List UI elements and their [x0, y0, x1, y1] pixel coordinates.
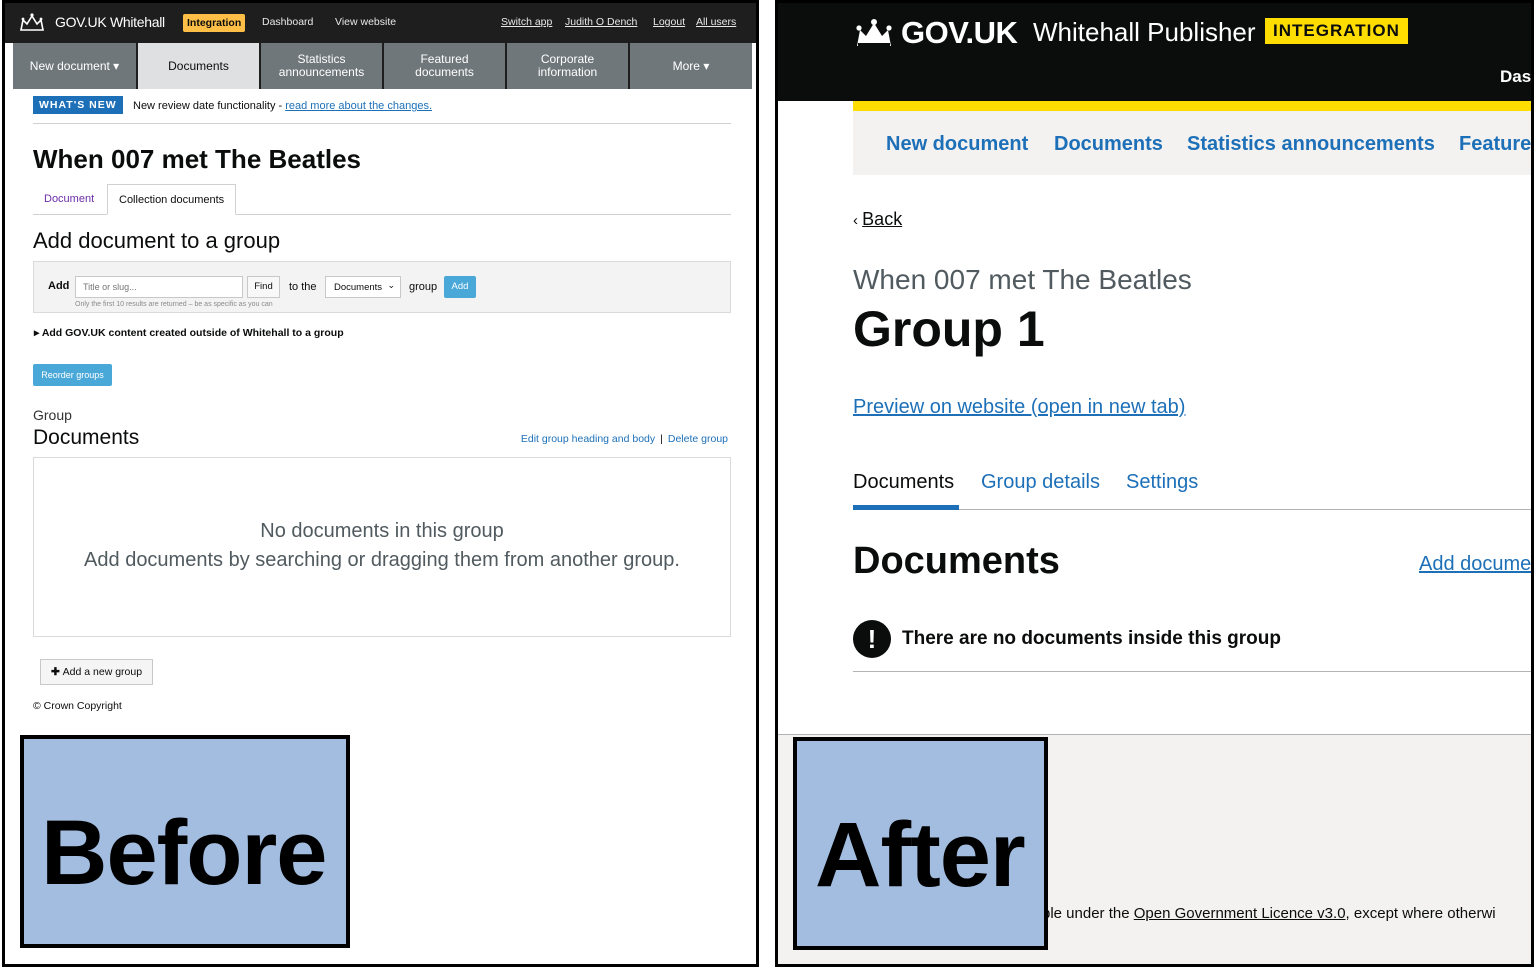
crown-icon	[20, 13, 44, 31]
user-name-link[interactable]: Judith O Dench	[565, 16, 637, 28]
copyright: © Crown Copyright	[33, 700, 122, 712]
after-panel: GOV.UK Whitehall Publisher INTEGRATION D…	[775, 0, 1534, 967]
product-name: Whitehall Publisher	[1033, 17, 1256, 47]
dashboard-link[interactable]: Dashboard	[262, 16, 313, 28]
find-button[interactable]: Find	[247, 276, 280, 298]
page-title: Group 1	[853, 301, 1045, 357]
plus-icon: ✚	[50, 666, 63, 678]
search-input[interactable]	[75, 276, 243, 298]
empty-group-dropzone[interactable]: No documents in this group Add documents…	[33, 457, 731, 637]
brand-name[interactable]: GOV.UK Whitehall	[55, 14, 165, 30]
add-group-button[interactable]: ✚ Add a new group	[40, 659, 153, 685]
logout-link[interactable]: Logout	[653, 16, 685, 28]
nav-documents[interactable]: Documents	[138, 43, 261, 89]
tab-collection-documents[interactable]: Collection documents	[107, 184, 237, 215]
empty-message: No documents in this group	[260, 520, 504, 542]
nav-statistics-announcements[interactable]: Statistics announcements	[261, 43, 384, 89]
page-caption: When 007 met The Beatles	[853, 264, 1192, 295]
after-label-text: After	[815, 804, 1026, 906]
page-title: When 007 met The Beatles	[33, 144, 361, 174]
view-website-link[interactable]: View website	[335, 16, 396, 28]
header: GOV.UK Whitehall Publisher INTEGRATION D…	[778, 3, 1531, 101]
crown-icon	[856, 19, 892, 46]
group-select[interactable]: Documents ⌄	[325, 276, 401, 298]
add-document-heading: Add document to a group	[33, 228, 281, 253]
environment-badge: INTEGRATION	[1265, 18, 1408, 44]
back-label: Back	[862, 209, 903, 229]
add-button[interactable]: Add	[444, 276, 476, 298]
nav-statistics-announcements[interactable]: Statistics announcements	[1187, 133, 1435, 156]
whats-new-text: New review date functionality - read mor…	[133, 100, 432, 112]
chevron-down-icon: ⌄	[387, 280, 395, 290]
add-group-label: Add a new group	[62, 666, 143, 678]
after-label: After	[793, 737, 1048, 950]
nav-corporate-information[interactable]: Corporate information	[507, 43, 630, 89]
footer: ble under the Open Government Licence v3…	[778, 734, 1531, 964]
empty-hint: Add documents by searching or dragging t…	[84, 549, 680, 571]
brand-logo[interactable]: GOV.UK	[901, 15, 1018, 51]
before-label: Before	[20, 735, 350, 948]
whats-new-link[interactable]: read more about the changes.	[285, 100, 432, 112]
warning-icon: !	[853, 620, 891, 658]
licence-text: ble under the Open Government Licence v3…	[1042, 905, 1496, 922]
before-panel: GOV.UK Whitehall Integration Dashboard V…	[2, 0, 759, 967]
separator: |	[660, 433, 663, 445]
group-name: Documents	[33, 426, 140, 449]
back-link[interactable]: ‹ Back	[853, 209, 902, 230]
all-users-link[interactable]: All users	[696, 16, 736, 28]
add-document-form: Add Find to the Documents ⌄ group Add Onl…	[33, 261, 731, 313]
add-label: Add	[48, 280, 70, 292]
to-the-label: to the	[289, 281, 317, 293]
search-hint: Only the first 10 results are returned –…	[75, 301, 273, 308]
dashboard-link[interactable]: Das	[1500, 67, 1531, 87]
outside-content-toggle[interactable]: ▸ Add GOV.UK content created outside of …	[34, 327, 344, 339]
nav-new-document[interactable]: New document	[886, 133, 1028, 156]
licence-prefix: ble under the	[1042, 905, 1134, 922]
add-document-link[interactable]: Add docume	[1419, 553, 1531, 576]
whats-new-badge: WHAT'S NEW	[33, 96, 123, 114]
group-select-value: Documents	[334, 282, 383, 293]
group-caption: Group	[33, 407, 72, 423]
whats-new-message: New review date functionality -	[133, 100, 286, 112]
warning-text: There are no documents inside this group	[902, 628, 1281, 649]
divider	[853, 671, 1531, 672]
tab-document[interactable]: Document	[33, 184, 105, 215]
tab-settings[interactable]: Settings	[1126, 471, 1198, 494]
licence-suffix: , except where otherwi	[1345, 905, 1496, 922]
triangle-right-icon: ▸	[34, 327, 42, 339]
top-bar: GOV.UK Whitehall Integration Dashboard V…	[5, 3, 756, 43]
group-actions: Edit group heading and body | Delete group	[521, 433, 728, 445]
documents-heading: Documents	[853, 540, 1060, 582]
before-label-text: Before	[41, 802, 327, 904]
yellow-bar	[853, 101, 1531, 111]
divider	[33, 123, 731, 124]
group-label: group	[409, 281, 438, 293]
environment-badge: Integration	[183, 14, 246, 32]
main-nav: New document ▾ Documents Statistics anno…	[13, 43, 752, 89]
edit-group-link[interactable]: Edit group heading and body	[521, 433, 655, 445]
tab-documents[interactable]: Documents	[853, 471, 954, 494]
nav-featured[interactable]: Feature	[1459, 133, 1531, 156]
tab-group-details[interactable]: Group details	[981, 471, 1100, 494]
licence-link[interactable]: Open Government Licence v3.0	[1134, 905, 1346, 922]
outside-content-label: Add GOV.UK content created outside of Wh…	[41, 327, 344, 339]
nav-featured-documents[interactable]: Featured documents	[384, 43, 507, 89]
nav-documents[interactable]: Documents	[1054, 133, 1163, 156]
nav-more[interactable]: More ▾	[630, 43, 752, 89]
switch-app-link[interactable]: Switch app	[501, 16, 552, 28]
reorder-groups-button[interactable]: Reorder groups	[33, 364, 112, 386]
preview-link[interactable]: Preview on website (open in new tab)	[853, 396, 1185, 419]
main-nav: New document Documents Statistics announ…	[853, 111, 1531, 175]
delete-group-link[interactable]: Delete group	[668, 433, 728, 445]
nav-new-document[interactable]: New document ▾	[13, 43, 138, 89]
chevron-left-icon: ‹	[853, 212, 863, 229]
active-tab-indicator	[853, 505, 959, 510]
